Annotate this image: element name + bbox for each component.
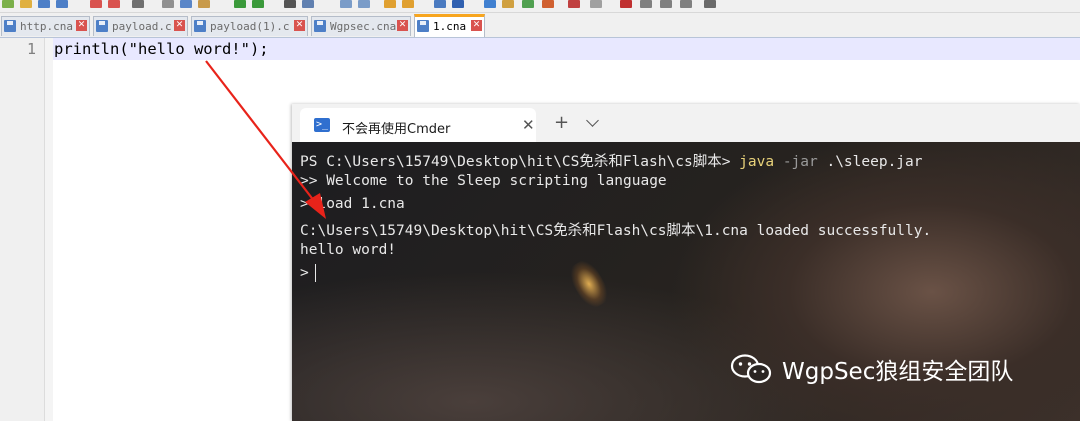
- annotation-arrow: [205, 60, 326, 219]
